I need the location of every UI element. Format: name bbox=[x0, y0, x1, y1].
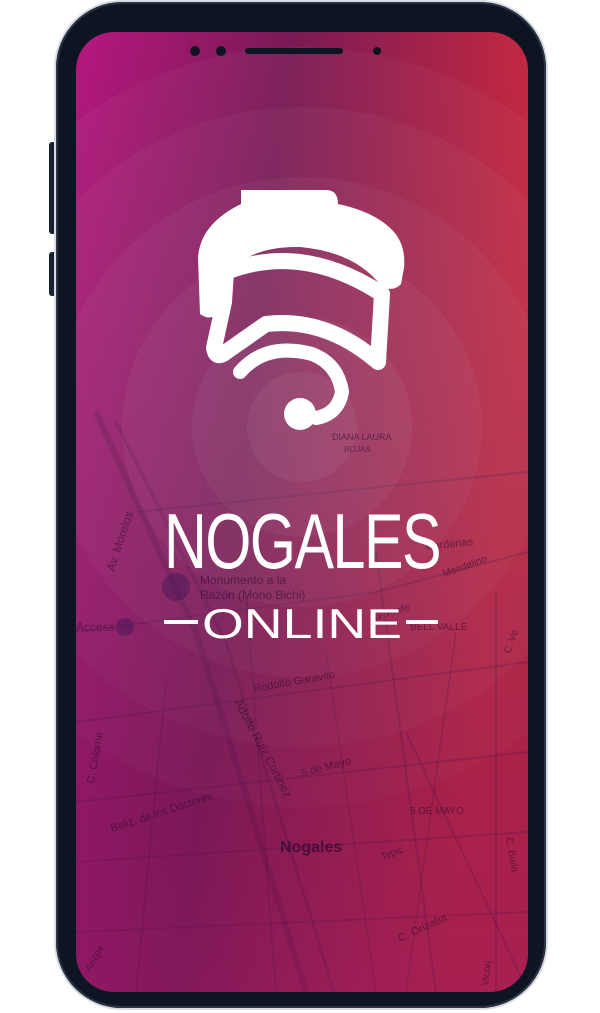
lock-icon bbox=[116, 618, 134, 636]
map-label-nogales: Nogales bbox=[280, 839, 342, 856]
map-label-diana: DIANA LAURA bbox=[332, 432, 392, 442]
brand-title: NOGALES bbox=[164, 497, 440, 585]
brand-subtitle-group: ONLINE bbox=[164, 600, 438, 647]
brand-subtitle: ONLINE bbox=[202, 600, 402, 647]
map-label-rojas: ROJAS bbox=[344, 445, 371, 454]
splash-canvas: Av. Morelos Monumento a la Razón (Mono B… bbox=[76, 32, 528, 992]
phone-volume-button bbox=[49, 252, 56, 296]
stage: Av. Morelos Monumento a la Razón (Mono B… bbox=[0, 0, 600, 1013]
splash-screen: Av. Morelos Monumento a la Razón (Mono B… bbox=[76, 32, 528, 992]
map-label-cinco-mayo-caps: 5 DE MAYO bbox=[410, 806, 464, 817]
phone-mute-switch bbox=[49, 142, 56, 234]
map-label-access: Access bbox=[76, 620, 115, 634]
